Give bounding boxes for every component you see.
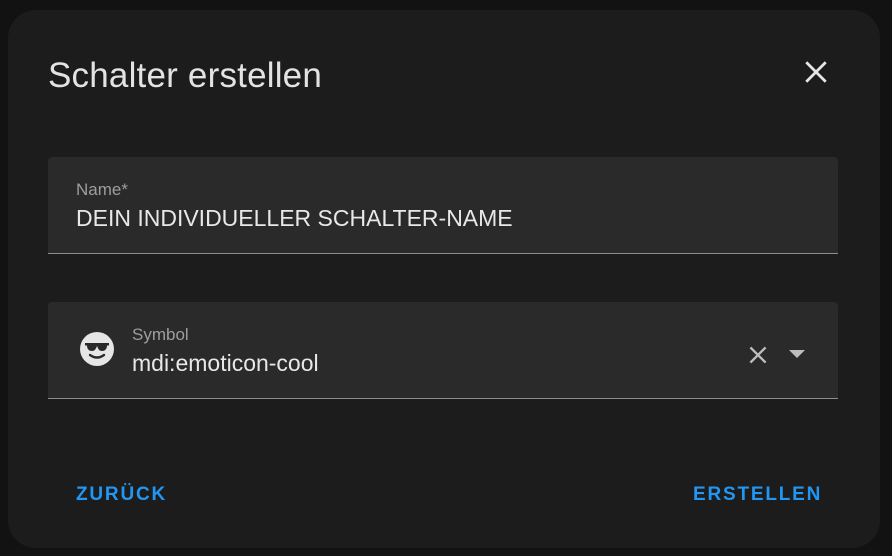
dialog-title: Schalter erstellen xyxy=(48,56,323,95)
clear-symbol-button[interactable] xyxy=(742,339,774,371)
create-button[interactable]: ERSTELLEN xyxy=(693,480,822,510)
close-button[interactable] xyxy=(794,50,838,94)
name-field-value[interactable]: DEIN INDIVIDUELLER SCHALTER-NAME xyxy=(76,204,513,232)
symbol-field-label: Symbol xyxy=(132,325,189,344)
clear-icon xyxy=(749,346,767,364)
close-icon xyxy=(805,61,827,83)
chevron-down-icon xyxy=(789,350,805,358)
emoticon-cool-icon xyxy=(80,332,114,366)
name-field[interactable]: Name* DEIN INDIVIDUELLER SCHALTER-NAME xyxy=(48,157,838,254)
symbol-dropdown-button[interactable] xyxy=(782,339,812,369)
name-field-label: Name* xyxy=(76,180,128,199)
symbol-field[interactable]: Symbol mdi:emoticon-cool xyxy=(48,302,838,399)
back-button[interactable]: ZURÜCK xyxy=(76,480,167,510)
symbol-field-value[interactable]: mdi:emoticon-cool xyxy=(132,349,319,377)
create-switch-dialog: Schalter erstellen Name* DEIN INDIVIDUEL… xyxy=(8,10,880,548)
